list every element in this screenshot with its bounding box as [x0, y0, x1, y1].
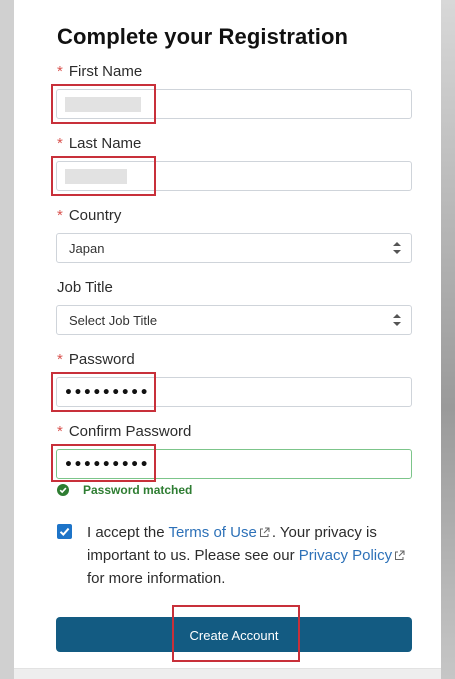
registration-card: Complete your Registration * First Name *…	[14, 0, 441, 669]
terms-text: I accept the Terms of Use. Your privacy …	[87, 521, 417, 590]
check-circle-icon	[57, 484, 69, 496]
password-masked-value: •••••••••	[64, 385, 150, 401]
background-left-edge	[0, 0, 14, 679]
country-label: * Country	[57, 207, 122, 224]
first-name-label: * First Name	[57, 63, 143, 80]
confirm-password-label: * Confirm Password	[57, 423, 192, 440]
password-input[interactable]: •••••••••	[56, 377, 412, 407]
confirm-password-masked-value: •••••••••	[64, 457, 150, 473]
password-match-text: Password matched	[83, 483, 193, 497]
country-selected-value: Japan	[69, 241, 105, 256]
last-name-label: * Last Name	[57, 135, 142, 152]
external-link-icon	[395, 550, 405, 560]
first-name-input[interactable]	[56, 89, 412, 119]
redacted-value	[65, 97, 141, 112]
required-mark: *	[57, 423, 63, 440]
job-title-selected-value: Select Job Title	[69, 313, 158, 328]
required-mark: *	[57, 63, 63, 80]
terms-of-use-link[interactable]: Terms of Use	[168, 524, 256, 541]
select-arrows-icon	[393, 242, 401, 254]
redacted-value	[65, 169, 127, 184]
country-select[interactable]: Japan	[56, 233, 412, 263]
password-match-status: Password matched	[57, 483, 192, 497]
job-title-select[interactable]: Select Job Title	[56, 305, 412, 335]
last-name-input[interactable]	[56, 161, 412, 191]
select-arrows-icon	[393, 314, 401, 326]
required-mark: *	[57, 207, 63, 224]
confirm-password-input[interactable]: •••••••••	[56, 449, 412, 479]
background-right-edge	[441, 0, 455, 679]
password-label: * Password	[57, 351, 135, 368]
page-title: Complete your Registration	[57, 24, 349, 49]
required-mark: *	[57, 135, 63, 152]
required-mark: *	[57, 351, 63, 368]
job-title-label: Job Title	[57, 279, 113, 296]
create-account-button[interactable]: Create Account	[56, 617, 412, 652]
accept-terms-checkbox[interactable]	[57, 524, 72, 539]
external-link-icon	[259, 527, 270, 537]
checkmark-icon	[59, 527, 70, 536]
privacy-policy-link[interactable]: Privacy Policy	[299, 547, 392, 564]
